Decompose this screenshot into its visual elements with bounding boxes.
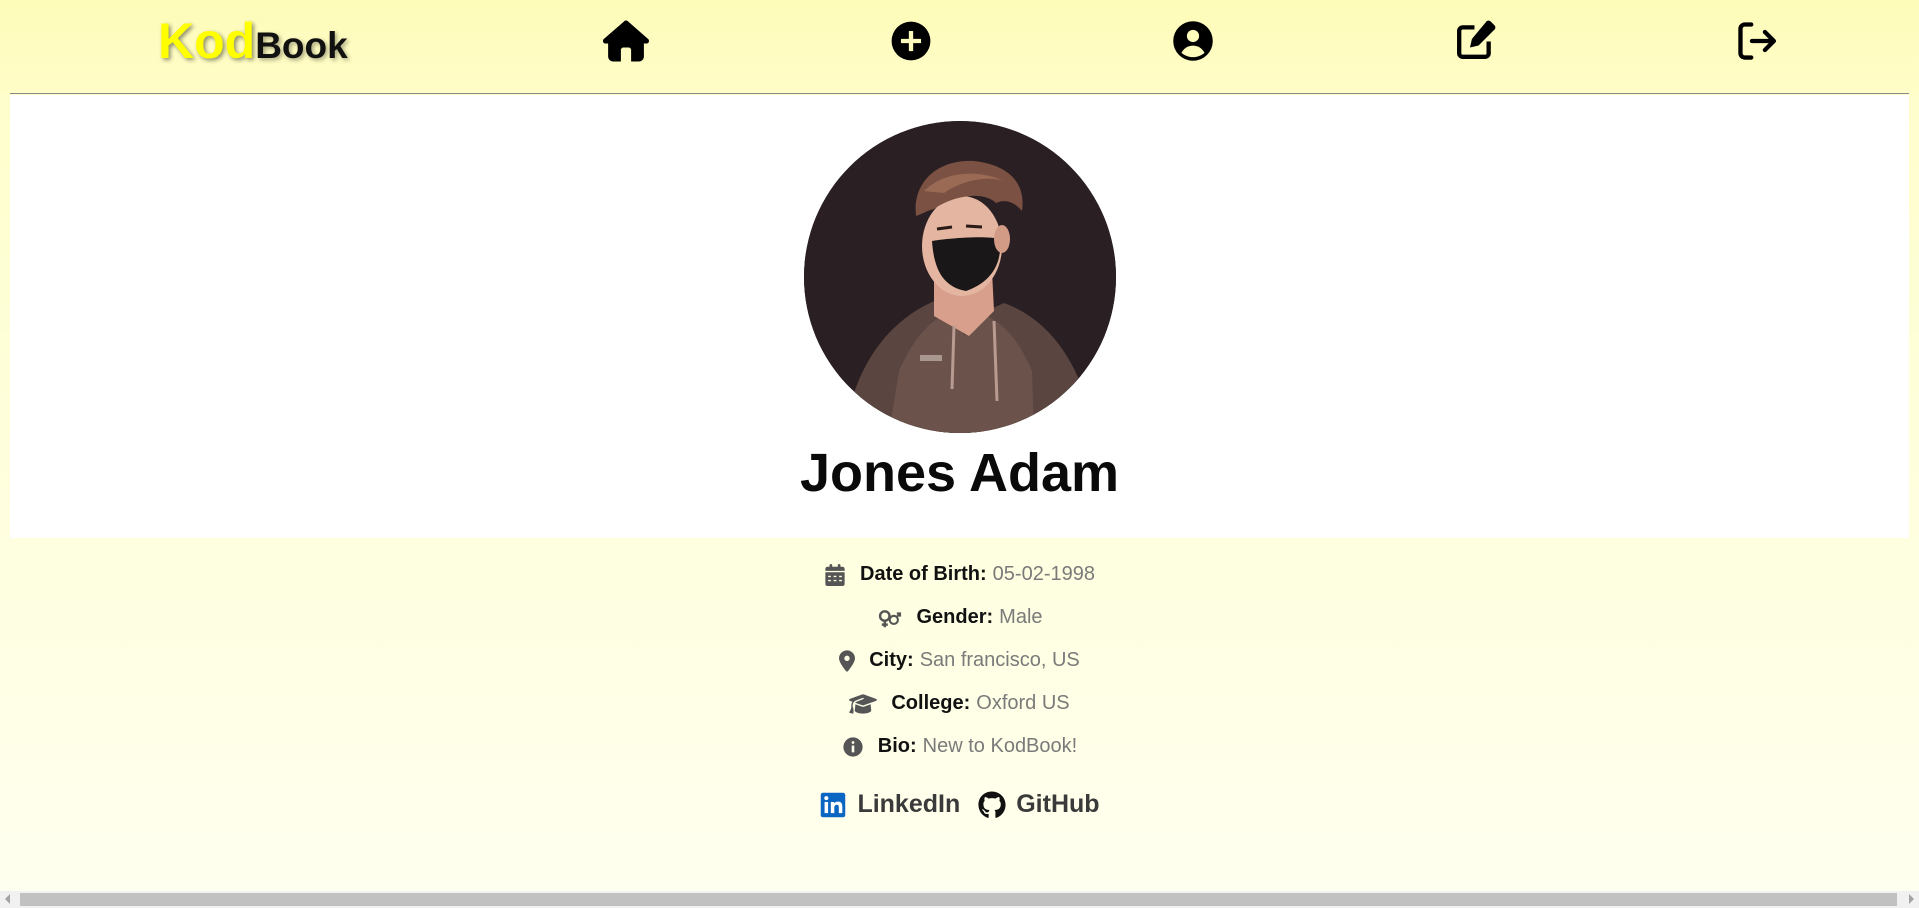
scrollbar-thumb[interactable] [20,893,1897,906]
scroll-right-arrow-icon[interactable] [1909,894,1914,904]
user-circle-icon[interactable] [1170,18,1216,64]
detail-row-bio: Bio: New to KodBook! [0,725,1919,768]
bio-value: New to KodBook! [922,735,1078,757]
kodbook-logo[interactable]: KodBook [158,12,348,70]
detail-row-gender: Gender: Male [0,596,1919,639]
github-link[interactable]: GitHub [978,790,1100,819]
social-links: LinkedIn GitHub [0,790,1919,819]
dob-label: Date of Birth: [860,563,987,585]
linkedin-link[interactable]: LinkedIn [819,790,960,819]
home-icon[interactable] [603,18,649,64]
calendar-icon [824,563,846,586]
logout-icon[interactable] [1734,18,1780,64]
bio-label: Bio: [877,735,917,757]
github-icon [978,790,1006,819]
detail-row-dob: Date of Birth: 05-02-1998 [0,553,1919,596]
college-label: College: [891,692,971,714]
github-label: GitHub [1016,790,1100,818]
plus-circle-icon[interactable] [888,18,934,64]
city-value: San francisco, US [919,649,1080,671]
profile-name: Jones Adam [799,443,1120,503]
profile-details: Date of Birth: 05-02-1998 Gender: Male C… [0,553,1919,768]
scroll-left-arrow-icon[interactable] [5,894,10,904]
navbar: KodBook [0,0,1919,94]
profile-photo-illustration [804,121,1116,433]
college-value: Oxford US [976,692,1070,714]
logo-book-text: Book [255,25,348,66]
dob-value: 05-02-1998 [992,563,1095,585]
info-icon [842,736,864,758]
avatar [804,121,1116,433]
linkedin-icon [819,791,847,819]
gender-label: Gender: [916,606,994,628]
graduation-cap-icon [849,693,878,715]
location-pin-icon [839,649,856,672]
edit-icon[interactable] [1452,18,1498,64]
linkedin-label: LinkedIn [857,790,961,818]
city-label: City: [869,649,914,671]
detail-row-city: City: San francisco, US [0,639,1919,682]
header-divider [10,93,1909,94]
logo-kod-text: Kod [158,13,256,69]
gender-icon [876,607,902,629]
detail-row-college: College: Oxford US [0,682,1919,725]
gender-value: Male [999,606,1043,628]
horizontal-scrollbar[interactable] [0,891,1919,908]
